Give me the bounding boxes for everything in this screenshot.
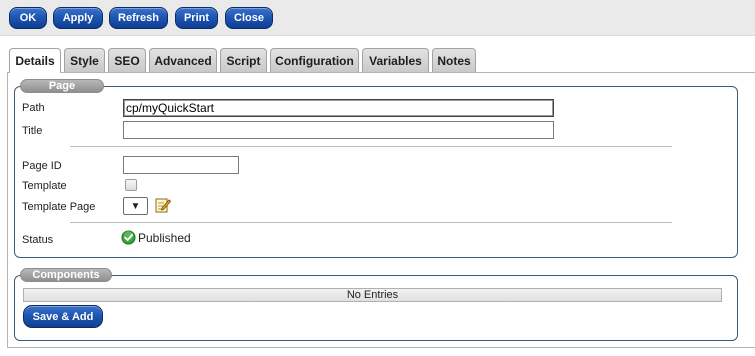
tab-style[interactable]: Style	[64, 48, 105, 72]
template-page-select[interactable]: ▼	[123, 197, 148, 215]
components-legend: Components	[20, 268, 112, 282]
components-fieldset: Components	[14, 268, 738, 341]
close-button[interactable]: Close	[225, 7, 273, 29]
tab-script[interactable]: Script	[220, 48, 267, 72]
tab-seo[interactable]: SEO	[108, 48, 146, 72]
details-panel: Page Details Path Title Page ID Template…	[7, 72, 755, 348]
status-value: Published	[138, 231, 191, 245]
title-input[interactable]	[123, 121, 554, 139]
divider	[70, 222, 672, 223]
status-label: Status	[22, 234, 54, 246]
page-id-label: Page ID	[22, 160, 62, 172]
title-label: Title	[22, 125, 43, 137]
tab-advanced[interactable]: Advanced	[149, 48, 217, 72]
divider	[70, 146, 672, 147]
page-id-input[interactable]	[123, 156, 239, 174]
template-page-label: Template Page	[22, 201, 96, 213]
ok-button[interactable]: OK	[9, 7, 47, 29]
print-button[interactable]: Print	[175, 7, 218, 29]
apply-button[interactable]: Apply	[53, 7, 103, 29]
template-label: Template	[22, 180, 67, 192]
toolbar: OK Apply Refresh Print Close	[0, 0, 755, 36]
template-checkbox[interactable]	[125, 179, 137, 191]
tab-variables[interactable]: Variables	[362, 48, 429, 72]
check-circle-icon	[121, 230, 136, 245]
save-add-button[interactable]: Save & Add	[23, 305, 103, 328]
tab-details[interactable]: Details	[9, 48, 61, 73]
tab-bar: Details Style SEO Advanced Script Config…	[0, 48, 755, 73]
path-label: Path	[22, 102, 45, 114]
page-details-legend: Page Details	[20, 79, 104, 104]
tab-configuration[interactable]: Configuration	[270, 48, 359, 72]
path-input[interactable]	[123, 99, 554, 117]
tab-notes[interactable]: Notes	[432, 48, 476, 72]
components-grid-header: No Entries	[23, 288, 722, 302]
refresh-button[interactable]: Refresh	[109, 7, 168, 29]
chevron-down-icon: ▼	[130, 200, 141, 212]
edit-icon[interactable]	[155, 197, 171, 213]
